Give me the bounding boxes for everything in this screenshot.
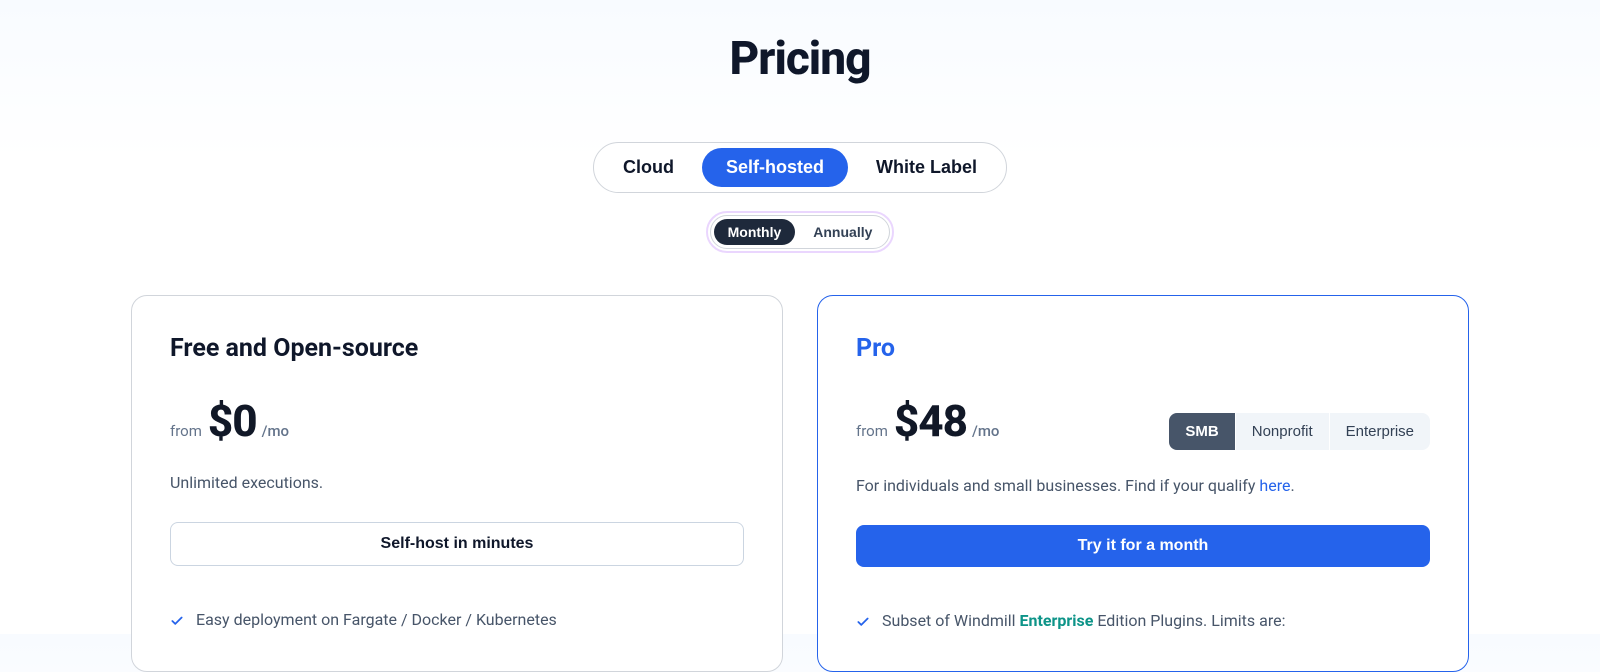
- deployment-tabs: Cloud Self-hosted White Label: [75, 142, 1525, 193]
- segment-smb[interactable]: SMB: [1169, 413, 1234, 450]
- feature-text: Subset of Windmill Enterprise Edition Pl…: [882, 611, 1285, 630]
- tab-self-hosted[interactable]: Self-hosted: [702, 148, 848, 187]
- plan-description-free: Unlimited executions.: [170, 473, 744, 492]
- segment-nonprofit[interactable]: Nonprofit: [1235, 413, 1329, 450]
- price-amount-pro: $48: [894, 395, 967, 447]
- price-row-pro: from $48 /mo SMB Nonprofit Enterprise: [856, 395, 1430, 450]
- feature-item: Subset of Windmill Enterprise Edition Pl…: [856, 611, 1430, 633]
- desc-suffix: .: [1290, 476, 1294, 495]
- enterprise-highlight: Enterprise: [1020, 611, 1094, 630]
- plan-name-pro: Pro: [856, 334, 1430, 363]
- price-amount-free: $0: [208, 395, 257, 447]
- try-button[interactable]: Try it for a month: [856, 525, 1430, 567]
- plan-name-free: Free and Open-source: [170, 334, 744, 363]
- plans-row: Free and Open-source from $0 /mo Unlimit…: [75, 295, 1525, 672]
- price-from-label: from: [856, 422, 888, 440]
- plan-description-pro: For individuals and small businesses. Fi…: [856, 476, 1430, 495]
- plan-card-free: Free and Open-source from $0 /mo Unlimit…: [131, 295, 783, 672]
- billing-period-tabs: Monthly Annually: [75, 215, 1525, 249]
- plan-card-pro: Pro from $48 /mo SMB Nonprofit Enterpris…: [817, 295, 1469, 672]
- features-list-pro: Subset of Windmill Enterprise Edition Pl…: [856, 611, 1430, 633]
- billing-period-group: Monthly Annually: [710, 215, 891, 249]
- feature-text: Easy deployment on Fargate / Docker / Ku…: [196, 610, 557, 629]
- price-from-label: from: [170, 422, 202, 440]
- price-period-pro: /mo: [972, 422, 999, 440]
- desc-prefix: For individuals and small businesses. Fi…: [856, 476, 1259, 495]
- segment-enterprise[interactable]: Enterprise: [1329, 413, 1430, 450]
- deployment-tabs-group: Cloud Self-hosted White Label: [593, 142, 1007, 193]
- tab-white-label[interactable]: White Label: [852, 148, 1001, 187]
- price-row-free: from $0 /mo: [170, 395, 744, 447]
- features-list-free: Easy deployment on Fargate / Docker / Ku…: [170, 610, 744, 632]
- tab-monthly[interactable]: Monthly: [714, 219, 796, 245]
- check-icon: [856, 614, 870, 633]
- check-icon: [170, 613, 184, 632]
- qualify-link[interactable]: here: [1259, 476, 1290, 495]
- page-title: Pricing: [75, 0, 1525, 86]
- self-host-button[interactable]: Self-host in minutes: [170, 522, 744, 566]
- audience-segmented: SMB Nonprofit Enterprise: [1169, 413, 1430, 450]
- tab-cloud[interactable]: Cloud: [599, 148, 698, 187]
- tab-annually[interactable]: Annually: [799, 219, 886, 245]
- price-period-free: /mo: [262, 422, 289, 440]
- feature-item: Easy deployment on Fargate / Docker / Ku…: [170, 610, 744, 632]
